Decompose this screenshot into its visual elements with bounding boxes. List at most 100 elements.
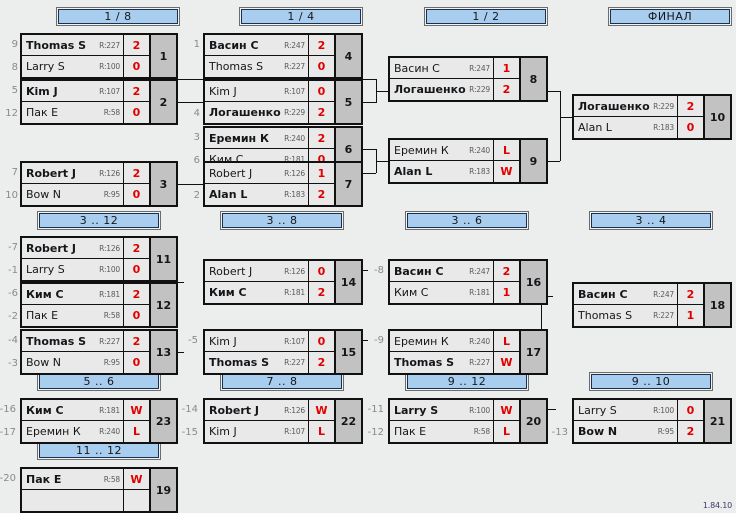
- match-m11[interactable]: Robert J R:126 2 Larry S R:100 0 11: [20, 236, 178, 282]
- player-row[interactable]: Пак Е R:58 0: [22, 102, 149, 123]
- match-m20[interactable]: Larry S R:100 W Пак Е R:58 L 20: [388, 398, 548, 444]
- player-score: 2: [677, 96, 703, 116]
- match-m18[interactable]: Васин С R:247 2 Thomas S R:227 1 18: [572, 282, 732, 328]
- player-name: Пак Е: [26, 106, 59, 119]
- match-number: 9: [519, 140, 546, 182]
- seed-label: 12: [5, 108, 18, 119]
- player-name: Еремин К: [394, 334, 449, 348]
- player-row[interactable]: Ким С R:181 2: [22, 284, 149, 305]
- match-m3[interactable]: Robert J R:126 2 Bow N R:95 0 3: [20, 161, 178, 207]
- player-row-empty[interactable]: [22, 490, 149, 511]
- seed-label: 6: [193, 155, 200, 166]
- player-row[interactable]: Thomas S R:227 W: [390, 352, 519, 373]
- player-score: 2: [308, 352, 334, 373]
- match-m9[interactable]: Еремин К R:240 L Alan L R:183 W 9: [388, 138, 548, 184]
- player-row[interactable]: Пак Е R:58 L: [390, 421, 519, 442]
- player-row[interactable]: Васин С R:247 2: [574, 284, 703, 305]
- match-m5[interactable]: Kim J R:107 0 Логашенко А R:229 2 5: [203, 79, 363, 125]
- match-number: 23: [149, 400, 176, 442]
- match-m22[interactable]: Robert J R:126 W Kim J R:107 L 22: [203, 398, 363, 444]
- player-row[interactable]: Thomas S R:227 2: [22, 35, 149, 56]
- player-row[interactable]: Larry S R:100 0: [22, 56, 149, 77]
- connector-m4-out: [363, 79, 376, 80]
- player-row[interactable]: Kim J R:107 2: [22, 81, 149, 102]
- match-m8[interactable]: Васин С R:247 1 Логашенко А R:229 2 8: [388, 56, 548, 102]
- player-row[interactable]: Еремин К R:240 L: [390, 140, 519, 161]
- match-m15[interactable]: Kim J R:107 0 Thomas S R:227 2 15: [203, 329, 363, 375]
- player-name: Логашенко А: [578, 99, 653, 113]
- player-row[interactable]: Alan L R:183 2: [205, 184, 334, 205]
- player-row[interactable]: Васин С R:247 2: [205, 35, 334, 56]
- match-m19[interactable]: Пак Е R:58 W 19: [20, 467, 178, 513]
- match-m17[interactable]: Еремин К R:240 L Thomas S R:227 W 17: [388, 329, 548, 375]
- match-m2[interactable]: Kim J R:107 2 Пак Е R:58 0 2: [20, 79, 178, 125]
- player-rating: R:100: [469, 405, 490, 415]
- player-row[interactable]: Thomas S R:227 1: [574, 305, 703, 326]
- player-score: 2: [123, 331, 149, 351]
- player-name: Логашенко А: [394, 83, 469, 96]
- match-m16[interactable]: Васин С R:247 2 Ким С R:181 1 16: [388, 259, 548, 305]
- player-row[interactable]: Bow N R:95 0: [22, 352, 149, 373]
- player-row[interactable]: Ким С R:181 2: [205, 282, 334, 303]
- match-m10[interactable]: Логашенко А R:229 2 Alan L R:183 0 10: [572, 94, 732, 140]
- player-row[interactable]: Kim J R:107 0: [205, 331, 334, 352]
- match-number: 22: [334, 400, 361, 442]
- match-m1[interactable]: Thomas S R:227 2 Larry S R:100 0 1: [20, 33, 178, 79]
- player-row[interactable]: Ким С R:181 W: [22, 400, 149, 421]
- player-row[interactable]: Kim J R:107 L: [205, 421, 334, 442]
- seed-label: -17: [0, 427, 16, 438]
- player-row[interactable]: Еремин К R:240 L: [390, 331, 519, 352]
- player-name: Логашенко А: [209, 106, 284, 119]
- player-row[interactable]: Еремин К R:240 2: [205, 128, 334, 149]
- match-m12[interactable]: Ким С R:181 2 Пак Е R:58 0 12: [20, 282, 178, 328]
- player-row[interactable]: Пак Е R:58 W: [22, 469, 149, 490]
- player-row[interactable]: Bow N R:95 0: [22, 184, 149, 205]
- player-row[interactable]: Thomas S R:227 2: [205, 352, 334, 373]
- player-row[interactable]: Логашенко А R:229 2: [574, 96, 703, 117]
- player-rating: R:227: [99, 336, 120, 346]
- match-m13[interactable]: Thomas S R:227 2 Bow N R:95 0 13: [20, 329, 178, 375]
- player-row[interactable]: Ким С R:181 1: [390, 282, 519, 303]
- player-row[interactable]: Васин С R:247 1: [390, 58, 519, 79]
- match-m7[interactable]: Robert J R:126 1 Alan L R:183 2 7: [203, 161, 363, 207]
- match-m23[interactable]: Ким С R:181 W Еремин К R:240 L 23: [20, 398, 178, 444]
- player-row[interactable]: Alan L R:183 0: [574, 117, 703, 138]
- match-rows: Robert J R:126 0 Ким С R:181 2: [205, 261, 334, 303]
- connector-m6-out: [363, 149, 376, 150]
- player-name: Еремин К: [394, 143, 449, 157]
- player-row[interactable]: Robert J R:126 1: [205, 163, 334, 184]
- player-rating: R:229: [469, 85, 490, 94]
- player-row[interactable]: Логашенко А R:229 2: [390, 79, 519, 100]
- player-rating: R:240: [99, 427, 120, 436]
- match-m21[interactable]: Larry S R:100 0 Bow N R:95 2 21: [572, 398, 732, 444]
- player-row[interactable]: Логашенко А R:229 2: [205, 102, 334, 123]
- player-score: L: [308, 421, 334, 442]
- match-rows: Robert J R:126 2 Bow N R:95 0: [22, 163, 149, 205]
- player-name: Larry S: [394, 403, 439, 417]
- player-row[interactable]: Alan L R:183 W: [390, 161, 519, 182]
- player-row[interactable]: Kim J R:107 0: [205, 81, 334, 102]
- player-row[interactable]: Еремин К R:240 L: [22, 421, 149, 442]
- player-row[interactable]: Larry S R:100 W: [390, 400, 519, 421]
- player-row[interactable]: Bow N R:95 2: [574, 421, 703, 442]
- player-row[interactable]: Robert J R:126 0: [205, 261, 334, 282]
- player-row[interactable]: Larry S R:100 0: [574, 400, 703, 421]
- player-name: Larry S: [26, 60, 65, 73]
- player-score: 2: [123, 284, 149, 304]
- player-score: L: [493, 421, 519, 442]
- player-row[interactable]: Larry S R:100 0: [22, 259, 149, 280]
- player-row[interactable]: Thomas S R:227 2: [22, 331, 149, 352]
- player-row[interactable]: Robert J R:126 2: [22, 238, 149, 259]
- match-m4[interactable]: Васин С R:247 2 Thomas S R:227 0 4: [203, 33, 363, 79]
- round-header-9-10: 9 .. 10: [591, 374, 711, 389]
- player-row[interactable]: Пак Е R:58 0: [22, 305, 149, 326]
- round-header-3-12: 3 .. 12: [39, 213, 159, 228]
- player-row[interactable]: Васин С R:247 2: [390, 261, 519, 282]
- connector-to-m8: [376, 91, 388, 92]
- player-name: Thomas S: [209, 356, 270, 369]
- match-m14[interactable]: Robert J R:126 0 Ким С R:181 2 14: [203, 259, 363, 305]
- round-header-final: ФИНАЛ: [610, 9, 730, 24]
- player-row[interactable]: Robert J R:126 2: [22, 163, 149, 184]
- player-row[interactable]: Thomas S R:227 0: [205, 56, 334, 77]
- player-row[interactable]: Robert J R:126 W: [205, 400, 334, 421]
